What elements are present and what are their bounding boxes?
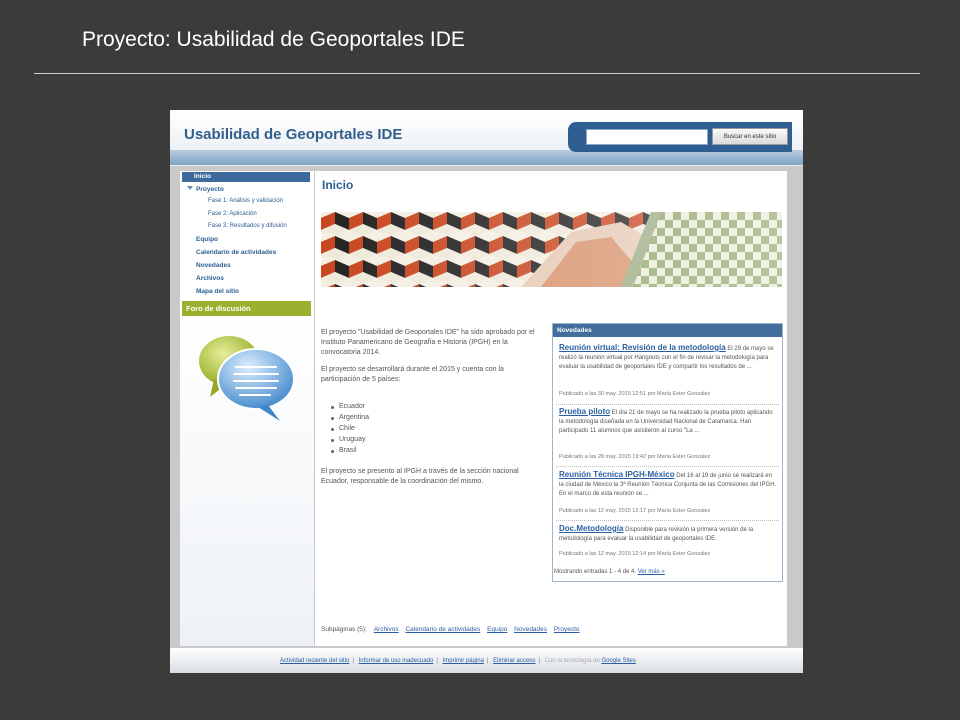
sidebar-item-fase-2[interactable]: Fase 2: Aplicación <box>208 211 257 217</box>
view-more-link[interactable]: Ver más » <box>638 569 665 575</box>
footer-links: Actividad reciente del sitio | Informar d… <box>280 658 636 664</box>
main-content: Inicio El proyecto "Usabilidad de Geopor… <box>315 171 787 646</box>
search-input[interactable] <box>586 129 708 145</box>
sidebar-item-fase-1[interactable]: Fase 1: Análisis y validación <box>208 198 283 204</box>
news-divider <box>556 404 779 405</box>
news-title-link[interactable]: Reunión virtual: Revisión de la metodolo… <box>559 343 726 352</box>
news-header: Novedades <box>553 324 782 337</box>
forum-header[interactable]: Foro de discusión <box>182 301 311 316</box>
header-stripe <box>170 150 803 165</box>
list-item: Brasil <box>331 447 357 454</box>
intro-paragraph-2: El proyecto se desarrollará durante el 2… <box>321 366 504 383</box>
news-title-link[interactable]: Reunión Técnica IPGH-México <box>559 470 675 479</box>
list-item: Uruguay <box>331 436 365 443</box>
remove-access-link[interactable]: Eliminar acceso <box>493 658 535 664</box>
news-divider <box>556 466 779 467</box>
website-screenshot: Usabilidad de Geoportales IDE Buscar en … <box>170 110 803 673</box>
news-widget: Novedades Reunión virtual: Revisión de l… <box>552 323 783 582</box>
sidebar-item-novedades[interactable]: Novedades <box>196 262 231 269</box>
subpage-link-equipo[interactable]: Equipo <box>487 626 507 633</box>
banner-image <box>321 212 782 287</box>
subpage-link-novedades[interactable]: Novedades <box>514 626 547 633</box>
search-button[interactable]: Buscar en este sitio <box>712 128 788 145</box>
sidebar-item-archivos[interactable]: Archivos <box>196 275 224 282</box>
page-title: Inicio <box>322 178 354 192</box>
subpages-label: Subpáginas (5): <box>321 626 367 633</box>
chat-bubbles-icon[interactable] <box>196 329 296 424</box>
news-item: Reunión Técnica IPGH-México Del 16 al 19… <box>559 470 777 499</box>
news-footer: Mostrando entradas 1 - 4 de 4. Ver más » <box>554 569 665 575</box>
subpage-link-proyecto[interactable]: Proyecto <box>554 626 580 633</box>
list-item: Argentina <box>331 414 369 421</box>
print-page-link[interactable]: Imprimir página <box>443 658 484 664</box>
news-count-text: Mostrando entradas 1 - 4 de 4. <box>554 569 637 575</box>
subpages-bar: Subpáginas (5): Archivos Calendario de a… <box>321 626 580 633</box>
news-meta: Publicado a las 12 may. 2015 12:17 por M… <box>559 508 711 514</box>
news-title-link[interactable]: Prueba piloto <box>559 407 610 416</box>
report-abuse-link[interactable]: Informar de uso inadecuado <box>359 658 434 664</box>
sidebar-nav: Inicio Proyecto Fase 1: Análisis y valid… <box>180 171 314 646</box>
intro-text: El proyecto "Usabilidad de Geoportales I… <box>321 328 545 392</box>
sidebar-item-fase-3[interactable]: Fase 3: Resultados y difusión <box>208 223 287 229</box>
news-item: Prueba piloto El día 21 de mayo se ha re… <box>559 407 777 436</box>
sidebar-item-calendario[interactable]: Calendario de actividades <box>196 249 276 256</box>
news-title-link[interactable]: Doc.Metodología <box>559 524 623 533</box>
site-title[interactable]: Usabilidad de Geoportales IDE <box>184 126 402 143</box>
list-item: Chile <box>331 425 355 432</box>
news-divider <box>556 520 779 521</box>
news-item: Doc.Metodología Disponible para revisión… <box>559 524 777 544</box>
news-item: Reunión virtual: Revisión de la metodolo… <box>559 343 777 372</box>
news-meta: Publicado a las 12 may. 2015 12:14 por M… <box>559 551 711 557</box>
news-meta: Publicado a las 30 may. 2015 12:51 por M… <box>559 391 711 397</box>
sidebar-item-mapa-del-sitio[interactable]: Mapa del sitio <box>196 288 239 295</box>
sidebar-item-inicio[interactable]: Inicio <box>182 172 310 182</box>
powered-by-text: Con la tecnología de <box>544 658 600 664</box>
sidebar-item-proyecto[interactable]: Proyecto <box>196 186 224 193</box>
news-meta: Publicado a las 28 may. 2015 19:42 por M… <box>559 454 711 460</box>
closing-paragraph: El proyecto se presento al IPGH a través… <box>321 468 519 485</box>
slide-title: Proyecto: Usabilidad de Geoportales IDE <box>82 28 465 51</box>
subpage-link-calendario[interactable]: Calendario de actividades <box>405 626 480 633</box>
google-sites-link[interactable]: Google Sites <box>601 658 635 664</box>
sidebar-item-equipo[interactable]: Equipo <box>196 236 218 243</box>
intro-paragraph-1: El proyecto "Usabilidad de Geoportales I… <box>321 329 535 356</box>
title-divider <box>34 73 920 74</box>
expand-triangle-icon[interactable] <box>187 186 193 190</box>
subpage-link-archivos[interactable]: Archivos <box>374 626 399 633</box>
recent-activity-link[interactable]: Actividad reciente del sitio <box>280 658 349 664</box>
list-item: Ecuador <box>331 403 365 410</box>
